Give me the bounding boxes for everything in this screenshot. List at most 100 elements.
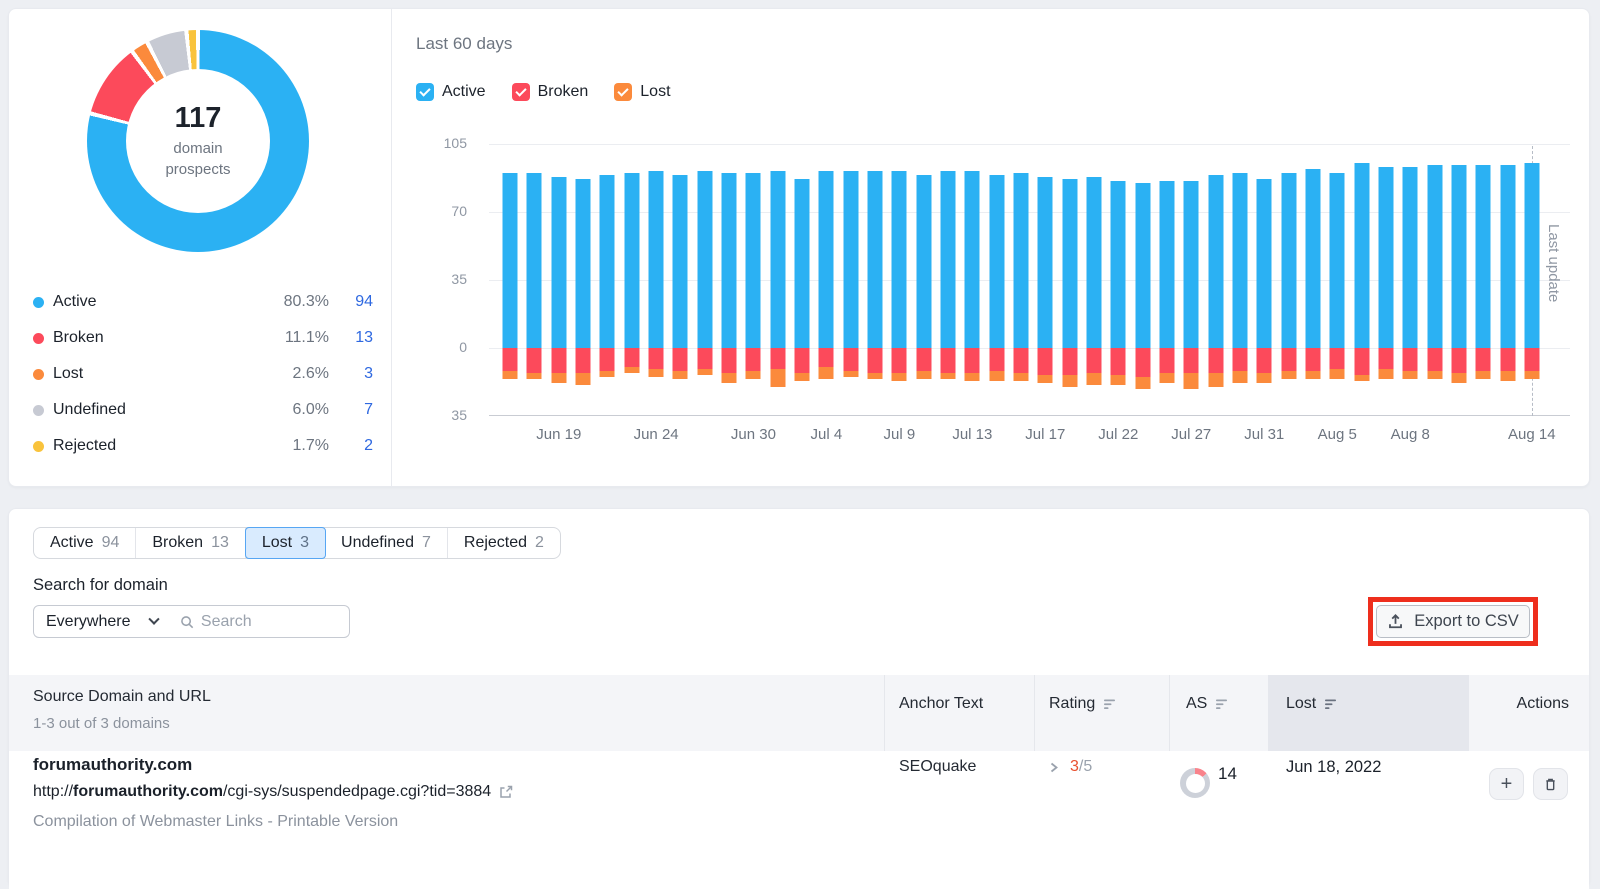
bar-lost	[1159, 373, 1175, 383]
x-tick: Jul 31	[1244, 426, 1285, 443]
bar-lost	[1378, 369, 1394, 380]
legend-item-broken: Broken 11.1% 13	[33, 320, 373, 356]
x-tick: Jul 17	[1025, 426, 1066, 443]
sort-icon	[1104, 699, 1116, 709]
column-lost[interactable]: Lost	[1286, 695, 1338, 713]
bar-active	[1524, 163, 1540, 348]
bar-active	[672, 175, 688, 348]
bar-active	[502, 173, 518, 348]
tab-count: 94	[101, 534, 120, 551]
bar-lost	[1135, 377, 1151, 389]
bar-lost	[1281, 371, 1297, 380]
bar-broken	[1135, 348, 1151, 378]
bar-broken	[1329, 348, 1345, 370]
legend-percent: 2.6%	[292, 365, 329, 382]
tab-active[interactable]: Active 94	[34, 528, 137, 558]
legend-count-link[interactable]: 94	[329, 293, 373, 311]
legend-count-link[interactable]: 13	[329, 329, 373, 347]
bar-active	[794, 178, 810, 348]
tab-broken[interactable]: Broken 13	[136, 528, 246, 558]
bar-day	[1082, 144, 1106, 416]
bar-broken	[697, 348, 713, 370]
trash-icon	[1546, 778, 1555, 790]
bar-broken	[551, 348, 567, 374]
source-domain[interactable]: forumauthority.com	[33, 755, 192, 775]
export-to-csv-button[interactable]: Export to CSV	[1376, 605, 1530, 638]
bar-active	[1500, 165, 1516, 348]
prospects-total: 117	[174, 102, 222, 135]
rejected-dot-icon	[33, 440, 44, 452]
prospects-caption: domain prospects	[165, 140, 231, 178]
expand-chevron-icon[interactable]	[1049, 761, 1059, 774]
bar-active	[964, 171, 980, 348]
bar-active	[940, 171, 956, 348]
chart-bars: Last update	[498, 144, 1562, 416]
prospects-panel: 117 domain prospects Active 80.3% 94 Broken…	[9, 9, 391, 486]
bar-day	[960, 144, 984, 416]
column-as[interactable]: AS	[1186, 695, 1229, 713]
plus-icon: +	[1500, 772, 1513, 795]
tab-undefined[interactable]: Undefined 7	[325, 528, 448, 558]
bar-active	[599, 175, 615, 348]
table-row: forumauthority.com http://forumauthority…	[9, 751, 1589, 889]
bar-lost	[672, 371, 688, 380]
legend-item-lost: Lost 2.6% 3	[33, 356, 373, 392]
delete-button[interactable]	[1533, 768, 1568, 800]
bar-active	[1013, 173, 1029, 348]
legend-count-link[interactable]: 7	[329, 401, 373, 419]
sorted-column-highlight	[1268, 675, 1469, 751]
bar-lost	[964, 373, 980, 382]
search-input[interactable]	[200, 612, 339, 631]
legend-item-rejected: Rejected 1.7% 2	[33, 428, 373, 464]
tab-lost[interactable]: Lost 3	[244, 527, 327, 559]
legend-label: Active	[53, 293, 97, 310]
filter-active[interactable]: Active	[416, 83, 486, 101]
bar-broken	[1281, 348, 1297, 372]
legend-label: Rejected	[53, 437, 117, 454]
bar-lost	[1402, 371, 1418, 380]
bar-active	[1305, 169, 1321, 348]
bar-broken	[599, 348, 615, 372]
filter-lost[interactable]: Lost	[614, 83, 671, 101]
bar-active	[1256, 178, 1272, 348]
filter-broken[interactable]: Broken	[511, 83, 588, 101]
active-dot-icon	[33, 296, 44, 308]
search-scope-dropdown[interactable]: Everywhere	[33, 605, 171, 638]
tab-label: Lost	[261, 534, 293, 551]
sort-icon-active	[1325, 699, 1337, 709]
bar-day	[1058, 144, 1082, 416]
legend-count-link[interactable]: 2	[329, 437, 373, 455]
bar-active	[697, 171, 713, 348]
checkbox-checked-icon[interactable]	[511, 83, 530, 101]
tab-label: Undefined	[341, 534, 414, 551]
tab-count: 13	[211, 534, 229, 551]
bar-day	[1495, 144, 1519, 416]
x-tick: Aug 14	[1508, 426, 1556, 443]
legend-percent: 6.0%	[292, 401, 329, 418]
y-tick: 105	[443, 135, 467, 151]
add-button[interactable]: +	[1489, 768, 1524, 800]
bar-day	[620, 144, 644, 416]
tab-count: 2	[535, 534, 544, 551]
bar-day	[1277, 144, 1301, 416]
bar-day	[1422, 144, 1446, 416]
external-link-icon[interactable]	[498, 784, 514, 800]
upload-icon	[1389, 614, 1403, 629]
bar-day	[766, 144, 790, 416]
checkbox-checked-icon[interactable]	[416, 83, 434, 101]
bar-active	[1378, 167, 1394, 348]
legend-count-link[interactable]: 3	[329, 365, 373, 383]
bar-day	[1325, 144, 1349, 416]
column-rating[interactable]: Rating	[1049, 695, 1117, 713]
checkbox-checked-icon[interactable]	[614, 83, 633, 101]
export-to-csv-label: Export to CSV	[1414, 612, 1519, 630]
prospects-donut-chart: 117 domain prospects	[87, 30, 309, 252]
search-icon	[181, 615, 194, 628]
bar-active	[526, 173, 542, 348]
trend-series-filters: Active Broken Lost	[416, 83, 671, 101]
tab-rejected[interactable]: Rejected 2	[448, 528, 560, 558]
bar-lost	[1256, 373, 1272, 383]
bar-day	[1349, 144, 1373, 416]
bar-lost	[1208, 373, 1224, 387]
bar-active	[843, 171, 859, 348]
